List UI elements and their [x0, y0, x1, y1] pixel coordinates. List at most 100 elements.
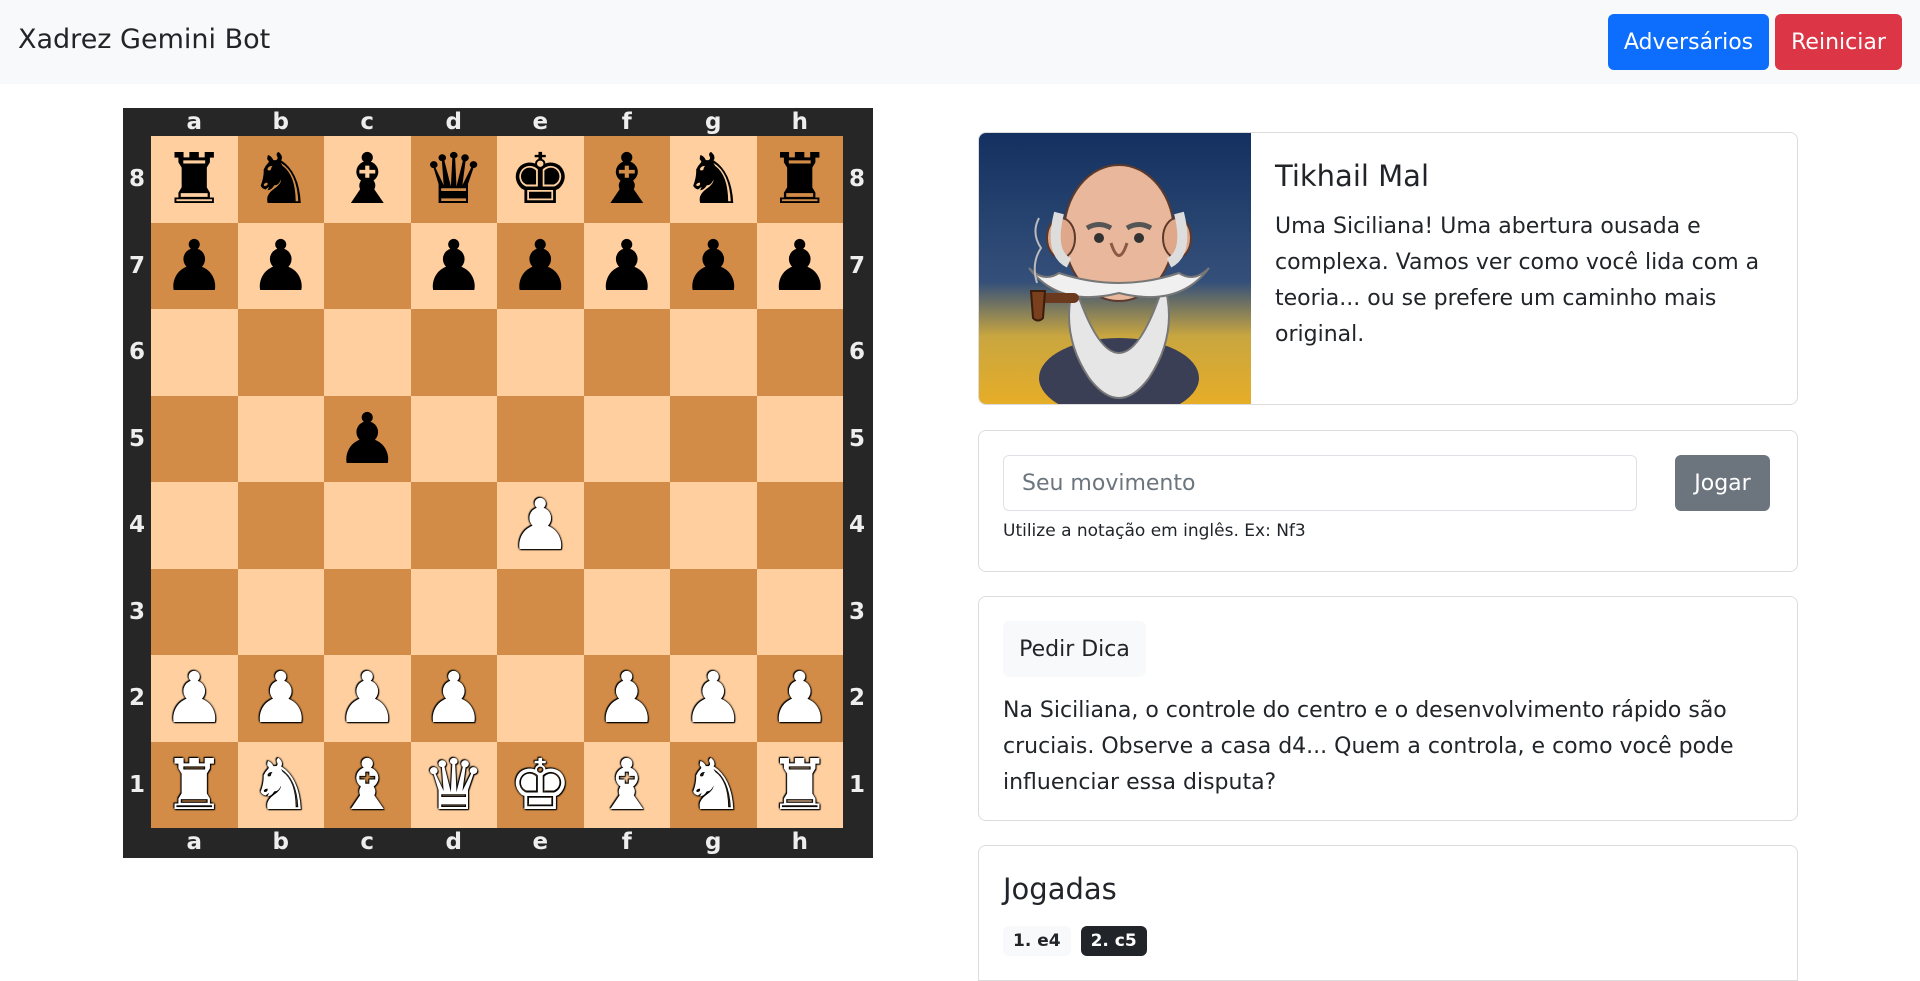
square-d3[interactable] — [410, 568, 497, 655]
square-f8[interactable]: ♝ — [583, 136, 671, 223]
black-pawn-icon[interactable]: ♟ — [757, 223, 844, 310]
white-pawn-icon[interactable]: ♟ — [151, 655, 238, 742]
square-b2[interactable]: ♟ — [237, 655, 325, 742]
black-knight-icon[interactable]: ♞ — [670, 136, 757, 223]
white-pawn-icon[interactable]: ♟ — [757, 655, 844, 742]
square-b8[interactable]: ♞ — [237, 136, 325, 223]
square-c6[interactable] — [324, 309, 411, 396]
square-e5[interactable] — [497, 395, 584, 482]
square-c1[interactable]: ♝ — [324, 741, 411, 829]
black-pawn-icon[interactable]: ♟ — [584, 223, 671, 310]
black-rook-icon[interactable]: ♜ — [757, 136, 844, 223]
square-b4[interactable] — [237, 482, 324, 569]
square-g1[interactable]: ♞ — [670, 741, 757, 829]
white-pawn-icon[interactable]: ♟ — [497, 482, 584, 569]
square-f6[interactable] — [583, 309, 670, 396]
square-h6[interactable] — [756, 309, 843, 396]
square-g7[interactable]: ♟ — [670, 222, 757, 310]
square-c5[interactable]: ♟ — [324, 395, 411, 482]
square-f2[interactable]: ♟ — [583, 655, 671, 742]
square-h5[interactable] — [756, 395, 843, 482]
square-e8[interactable]: ♚ — [497, 136, 584, 223]
square-h7[interactable]: ♟ — [756, 222, 844, 310]
white-pawn-icon[interactable]: ♟ — [584, 655, 671, 742]
white-knight-icon[interactable]: ♞ — [238, 742, 325, 829]
square-d2[interactable]: ♟ — [410, 655, 498, 742]
black-pawn-icon[interactable]: ♟ — [238, 223, 325, 310]
square-d4[interactable] — [410, 482, 497, 569]
square-c2[interactable]: ♟ — [324, 655, 411, 742]
square-b1[interactable]: ♞ — [237, 741, 325, 829]
square-h1[interactable]: ♜ — [756, 741, 844, 829]
square-g5[interactable] — [670, 395, 757, 482]
square-d6[interactable] — [410, 309, 497, 396]
square-b6[interactable] — [237, 309, 324, 396]
white-king-icon[interactable]: ♚ — [497, 742, 584, 829]
white-queen-icon[interactable]: ♛ — [411, 742, 498, 829]
black-rook-icon[interactable]: ♜ — [151, 136, 238, 223]
square-f3[interactable] — [583, 568, 670, 655]
square-g8[interactable]: ♞ — [670, 136, 757, 223]
square-e7[interactable]: ♟ — [497, 222, 584, 310]
square-h8[interactable]: ♜ — [756, 136, 844, 223]
black-king-icon[interactable]: ♚ — [497, 136, 584, 223]
square-a3[interactable] — [151, 568, 238, 655]
black-pawn-icon[interactable]: ♟ — [670, 223, 757, 310]
square-f5[interactable] — [583, 395, 670, 482]
square-a8[interactable]: ♜ — [151, 136, 238, 223]
black-pawn-icon[interactable]: ♟ — [411, 223, 498, 310]
square-e3[interactable] — [497, 568, 584, 655]
square-f7[interactable]: ♟ — [583, 222, 671, 310]
square-d1[interactable]: ♛ — [410, 741, 498, 829]
square-h3[interactable] — [756, 568, 843, 655]
white-rook-icon[interactable]: ♜ — [757, 742, 844, 829]
square-a1[interactable]: ♜ — [151, 741, 238, 829]
move-input[interactable] — [1003, 455, 1637, 511]
square-c8[interactable]: ♝ — [324, 136, 411, 223]
square-e1[interactable]: ♚ — [497, 741, 584, 829]
white-bishop-icon[interactable]: ♝ — [584, 742, 671, 829]
square-c3[interactable] — [324, 568, 411, 655]
square-g2[interactable]: ♟ — [670, 655, 757, 742]
black-queen-icon[interactable]: ♛ — [411, 136, 498, 223]
square-e2[interactable] — [497, 655, 584, 742]
black-pawn-icon[interactable]: ♟ — [151, 223, 238, 310]
white-pawn-icon[interactable]: ♟ — [411, 655, 498, 742]
square-a2[interactable]: ♟ — [151, 655, 238, 742]
square-a7[interactable]: ♟ — [151, 222, 238, 310]
square-b5[interactable] — [237, 395, 324, 482]
white-bishop-icon[interactable]: ♝ — [324, 742, 411, 829]
square-c7[interactable] — [324, 222, 411, 309]
white-pawn-icon[interactable]: ♟ — [324, 655, 411, 742]
white-pawn-icon[interactable]: ♟ — [238, 655, 325, 742]
square-b7[interactable]: ♟ — [237, 222, 325, 310]
square-g4[interactable] — [670, 482, 757, 569]
square-a5[interactable] — [151, 395, 238, 482]
square-g6[interactable] — [670, 309, 757, 396]
square-f1[interactable]: ♝ — [583, 741, 671, 829]
square-a4[interactable] — [151, 482, 238, 569]
white-knight-icon[interactable]: ♞ — [670, 742, 757, 829]
white-pawn-icon[interactable]: ♟ — [670, 655, 757, 742]
square-e4[interactable]: ♟ — [497, 482, 584, 569]
black-bishop-icon[interactable]: ♝ — [584, 136, 671, 223]
square-h2[interactable]: ♟ — [756, 655, 844, 742]
reset-button[interactable]: Reiniciar — [1775, 14, 1902, 70]
black-bishop-icon[interactable]: ♝ — [324, 136, 411, 223]
square-h4[interactable] — [756, 482, 843, 569]
play-button[interactable]: Jogar — [1675, 455, 1770, 511]
square-b3[interactable] — [237, 568, 324, 655]
square-d8[interactable]: ♛ — [410, 136, 498, 223]
black-knight-icon[interactable]: ♞ — [238, 136, 325, 223]
hint-button[interactable]: Pedir Dica — [1003, 621, 1146, 677]
square-f4[interactable] — [583, 482, 670, 569]
square-d5[interactable] — [410, 395, 497, 482]
square-d7[interactable]: ♟ — [410, 222, 498, 310]
square-c4[interactable] — [324, 482, 411, 569]
opponents-button[interactable]: Adversários — [1608, 14, 1769, 70]
white-rook-icon[interactable]: ♜ — [151, 742, 238, 829]
square-a6[interactable] — [151, 309, 238, 396]
square-e6[interactable] — [497, 309, 584, 396]
square-g3[interactable] — [670, 568, 757, 655]
black-pawn-icon[interactable]: ♟ — [497, 223, 584, 310]
